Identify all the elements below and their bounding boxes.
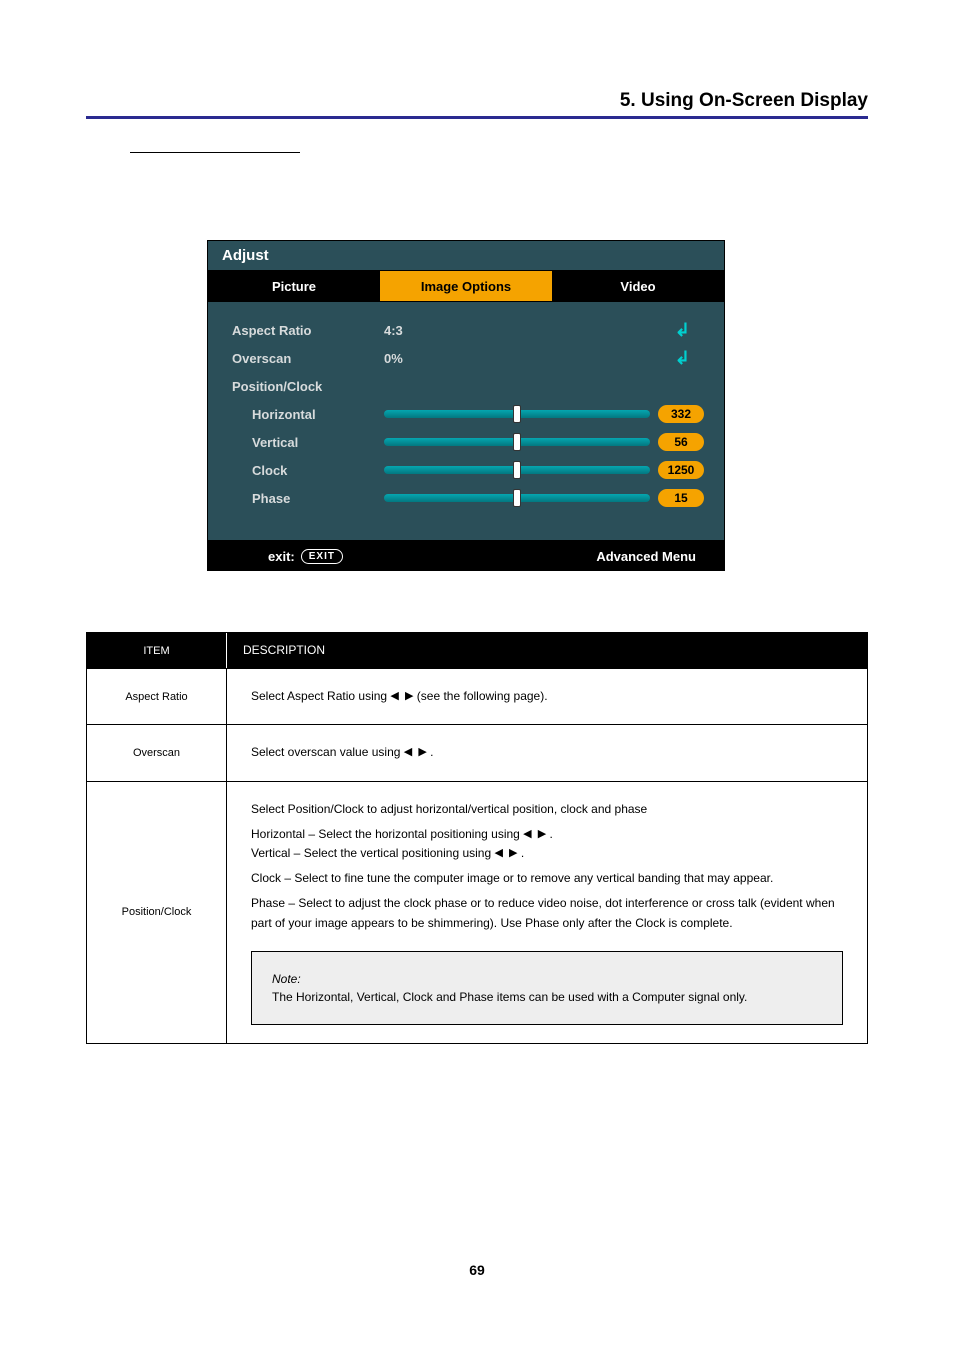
- slider-thumb[interactable]: [513, 405, 521, 423]
- slider-track[interactable]: [384, 466, 650, 474]
- row-phase[interactable]: Phase 15: [224, 484, 708, 512]
- left-right-icon: ◀ ▶: [494, 845, 517, 863]
- slider-thumb[interactable]: [513, 489, 521, 507]
- note-box: Note: The Horizontal, Vertical, Clock an…: [251, 951, 843, 1025]
- exit-button[interactable]: EXIT: [301, 549, 343, 564]
- left-right-icon: ◀ ▶: [390, 688, 413, 706]
- line-intro: Select Position/Clock to adjust horizont…: [251, 800, 843, 819]
- value-clock: 1250: [658, 461, 704, 479]
- advanced-menu-label: Advanced Menu: [596, 549, 696, 564]
- cell-item-posclock: Position/Clock: [87, 782, 227, 1043]
- enter-icon: ↲: [675, 348, 690, 369]
- desc-post: (see the following page).: [417, 689, 548, 703]
- label-phase: Phase: [224, 491, 384, 506]
- label-vertical: Vertical: [224, 435, 384, 450]
- value-phase: 15: [658, 489, 704, 507]
- row-aspect-ratio[interactable]: Aspect Ratio 4:3 ↲: [224, 316, 708, 344]
- line-pre: Horizontal – Select the horizontal posit…: [251, 827, 523, 841]
- value-horizontal: 332: [658, 405, 704, 423]
- left-right-icon: ◀ ▶: [523, 826, 546, 844]
- th-item: ITEM: [87, 633, 227, 668]
- table-row: Aspect Ratio Select Aspect Ratio using ◀…: [87, 668, 867, 724]
- label-aspect-ratio: Aspect Ratio: [224, 323, 384, 338]
- exit-label: exit:: [268, 549, 295, 564]
- tab-image-options[interactable]: Image Options: [380, 271, 552, 301]
- settings-table: ITEM DESCRIPTION Aspect Ratio Select Asp…: [86, 632, 868, 1044]
- table-row: Position/Clock Select Position/Clock to …: [87, 781, 867, 1043]
- slider-horizontal[interactable]: 332: [384, 405, 708, 423]
- label-horizontal: Horizontal: [224, 407, 384, 422]
- osd-body: Aspect Ratio 4:3 ↲ Overscan 0% ↲ Positio…: [207, 301, 725, 541]
- cell-desc-posclock: Select Position/Clock to adjust horizont…: [227, 782, 867, 1043]
- slider-thumb[interactable]: [513, 433, 521, 451]
- desc-pre: Select overscan value using: [251, 745, 404, 759]
- table-header: ITEM DESCRIPTION: [87, 633, 867, 668]
- desc-post: .: [430, 745, 433, 759]
- osd-title: Adjust: [207, 240, 725, 271]
- table-row: Overscan Select overscan value using ◀ ▶…: [87, 724, 867, 780]
- slider-vertical[interactable]: 56: [384, 433, 708, 451]
- cell-item-aspect: Aspect Ratio: [87, 669, 227, 724]
- header-divider: [86, 116, 868, 119]
- value-vertical: 56: [658, 433, 704, 451]
- value-overscan: 0%: [384, 351, 504, 366]
- osd-tabs: Picture Image Options Video: [207, 271, 725, 301]
- line-pre: Vertical – Select the vertical positioni…: [251, 846, 494, 860]
- osd-footer: exit: EXIT Advanced Menu: [207, 541, 725, 571]
- row-position-clock: Position/Clock: [224, 372, 708, 400]
- cell-item-overscan: Overscan: [87, 725, 227, 780]
- page-number: 69: [0, 1262, 954, 1278]
- slider-clock[interactable]: 1250: [384, 461, 708, 479]
- row-clock[interactable]: Clock 1250: [224, 456, 708, 484]
- th-description: DESCRIPTION: [227, 633, 867, 668]
- cell-desc-overscan: Select overscan value using ◀ ▶ .: [227, 725, 867, 780]
- line-vertical: Vertical – Select the vertical positioni…: [251, 844, 843, 863]
- row-vertical[interactable]: Vertical 56: [224, 428, 708, 456]
- label-clock: Clock: [224, 463, 384, 478]
- subtitle-underline: [130, 152, 300, 153]
- cell-desc-aspect: Select Aspect Ratio using ◀ ▶ (see the f…: [227, 669, 867, 724]
- label-overscan: Overscan: [224, 351, 384, 366]
- slider-track[interactable]: [384, 494, 650, 502]
- tab-video[interactable]: Video: [552, 271, 724, 301]
- slider-track[interactable]: [384, 410, 650, 418]
- note-body: The Horizontal, Vertical, Clock and Phas…: [272, 990, 747, 1004]
- exit-group: exit: EXIT: [268, 549, 343, 564]
- slider-phase[interactable]: 15: [384, 489, 708, 507]
- slider-thumb[interactable]: [513, 461, 521, 479]
- desc-pre: Select Aspect Ratio using: [251, 689, 390, 703]
- value-aspect-ratio: 4:3: [384, 323, 504, 338]
- label-position-clock: Position/Clock: [224, 379, 384, 394]
- line-horizontal: Horizontal – Select the horizontal posit…: [251, 825, 843, 844]
- slider-track[interactable]: [384, 438, 650, 446]
- osd-screenshot: Adjust Picture Image Options Video Aspec…: [207, 240, 725, 571]
- line-phase: Phase – Select to adjust the clock phase…: [251, 894, 843, 932]
- line-clock: Clock – Select to fine tune the computer…: [251, 869, 843, 888]
- note-prefix: Note:: [272, 972, 301, 986]
- enter-icon: ↲: [675, 320, 690, 341]
- line-post: .: [550, 827, 553, 841]
- section-header: 5. Using On-Screen Display: [620, 90, 868, 112]
- left-right-icon: ◀ ▶: [404, 744, 427, 762]
- row-horizontal[interactable]: Horizontal 332: [224, 400, 708, 428]
- row-overscan[interactable]: Overscan 0% ↲: [224, 344, 708, 372]
- tab-picture[interactable]: Picture: [208, 271, 380, 301]
- line-post: .: [521, 846, 524, 860]
